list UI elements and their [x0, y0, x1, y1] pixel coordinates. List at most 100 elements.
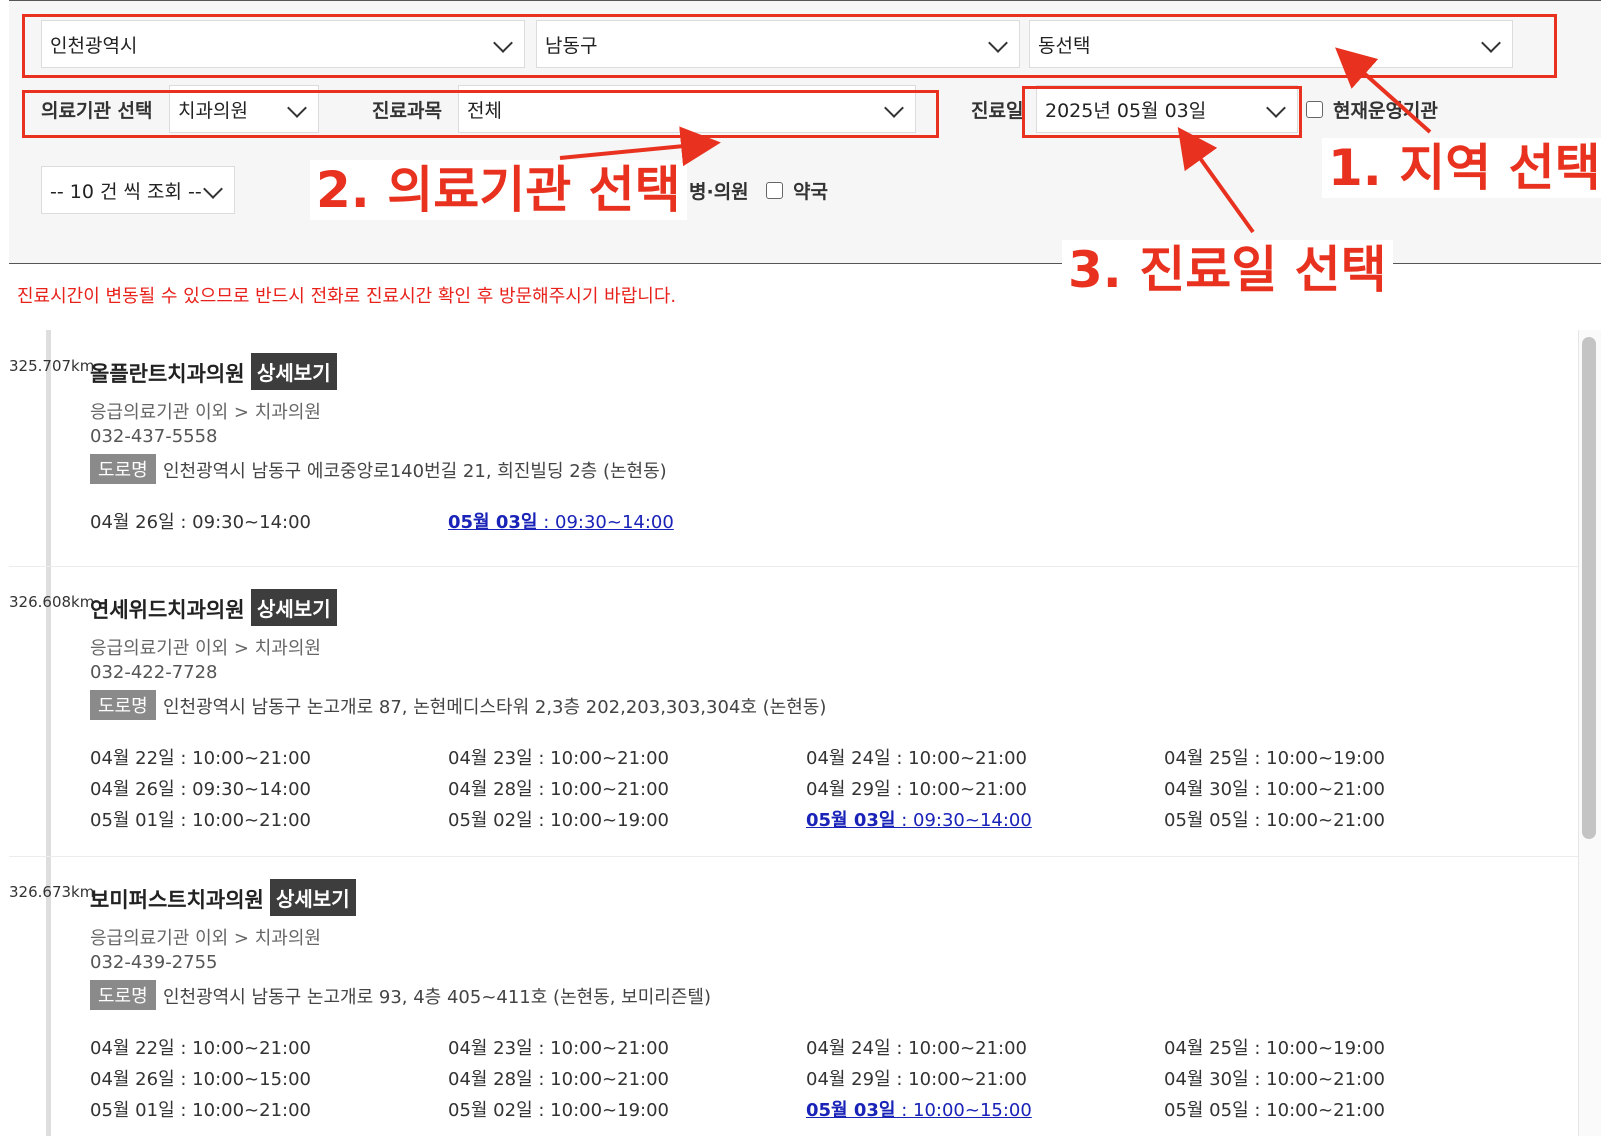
hours-time: : 10:00~21:00: [1248, 810, 1385, 831]
hours-day: 05월 01일: [90, 810, 175, 831]
hours-time: : 10:00~21:00: [174, 748, 311, 769]
today-hours-link[interactable]: 05월 03일 : 09:30~14:00: [448, 508, 806, 534]
hours-time: : 10:00~21:00: [174, 810, 311, 831]
hours-day: 04월 26일: [90, 1069, 175, 1090]
hours-entry: 05월 01일 : 10:00~21:00: [90, 1096, 448, 1122]
page-size-select-value: -- 10 건 씩 조회 --: [50, 180, 202, 203]
date-label: 진료일: [971, 100, 1024, 122]
hours-entry: 04월 23일 : 10:00~21:00: [448, 1034, 806, 1060]
pharmacy-checkbox[interactable]: [766, 182, 783, 199]
hours-day: 04월 22일: [90, 1038, 175, 1059]
hours-time: : 10:00~21:00: [890, 1038, 1027, 1059]
hours-time: : 10:00~21:00: [1248, 1069, 1385, 1090]
hours-time: : 10:00~21:00: [1248, 1100, 1385, 1121]
hours-entry: 04월 26일 : 09:30~14:00: [90, 775, 448, 801]
hours-entry: 04월 29일 : 10:00~21:00: [806, 1065, 1164, 1091]
clinic-address: 인천광역시 남동구 논고개로 87, 논현메디스타워 2,3층 202,203,…: [163, 697, 827, 718]
page-size-select[interactable]: -- 10 건 씩 조회 --: [41, 166, 235, 214]
hours-time: : 10:00~21:00: [1248, 779, 1385, 800]
hours-grid: 04월 22일 : 10:00~21:00 04월 23일 : 10:00~21:…: [90, 744, 1522, 832]
hours-time: : 09:30~14:00: [895, 810, 1032, 831]
detail-button[interactable]: 상세보기: [251, 353, 337, 390]
region-highlight-box: [22, 14, 1557, 78]
hours-entry: 04월 22일 : 10:00~21:00: [90, 744, 448, 770]
hours-day: 05월 01일: [90, 1100, 175, 1121]
clinic-phone: 032-437-5558: [90, 426, 218, 447]
hours-day: 04월 25일: [1164, 1038, 1249, 1059]
hours-time: : 09:30~14:00: [174, 512, 311, 533]
institution-highlight-box: [22, 90, 939, 138]
hours-time: : 09:30~14:00: [174, 779, 311, 800]
hours-grid: 04월 22일 : 10:00~21:00 04월 23일 : 10:00~21:…: [90, 1034, 1522, 1122]
hours-entry: 05월 02일 : 10:00~19:00: [448, 806, 806, 832]
hours-time: : 10:00~15:00: [174, 1069, 311, 1090]
hours-day: 04월 23일: [448, 1038, 533, 1059]
hours-time: : 10:00~19:00: [1248, 748, 1385, 769]
hours-day: 05월 02일: [448, 1100, 533, 1121]
hours-entry: 04월 22일 : 10:00~21:00: [90, 1034, 448, 1060]
list-item: 325.707km 올플란트치과의원 상세보기 응급의료기관 이외 > 치과의원 032…: [9, 330, 1579, 567]
today-hours-link[interactable]: 05월 03일 : 10:00~15:00: [806, 1096, 1164, 1122]
hours-entry: 04월 25일 : 10:00~19:00: [1164, 744, 1522, 770]
clinic-address: 인천광역시 남동구 논고개로 93, 4층 405~411호 (논현동, 보미리…: [163, 987, 712, 1008]
list-item: 326.673km 보미퍼스트치과의원 상세보기 응급의료기관 이외 > 치과의원 03…: [9, 856, 1579, 1136]
hours-entry: 04월 24일 : 10:00~21:00: [806, 744, 1164, 770]
hours-time: : 09:30~14:00: [537, 512, 674, 533]
hours-time: : 10:00~21:00: [532, 1069, 669, 1090]
open-now-checkbox[interactable]: [1306, 101, 1323, 118]
hours-day: 05월 03일: [806, 810, 896, 831]
date-highlight-box: [1022, 86, 1302, 138]
clinic-address: 인천광역시 남동구 에코중앙로140번길 21, 희진빌딩 2층 (논현동): [163, 461, 667, 482]
hours-time: : 10:00~21:00: [890, 779, 1027, 800]
clinic-label: 병·의원: [689, 181, 749, 203]
hours-entry: 04월 26일 : 10:00~15:00: [90, 1065, 448, 1091]
hours-time: : 10:00~21:00: [532, 779, 669, 800]
hours-time: : 10:00~21:00: [890, 748, 1027, 769]
hours-time: : 10:00~21:00: [174, 1038, 311, 1059]
hours-entry: 04월 30일 : 10:00~21:00: [1164, 775, 1522, 801]
hours-time: : 10:00~21:00: [532, 1038, 669, 1059]
hours-day: 04월 29일: [806, 779, 891, 800]
clinic-phone: 032-422-7728: [90, 662, 218, 683]
clinic-name[interactable]: 올플란트치과의원: [90, 358, 245, 388]
hours-day: 05월 05일: [1164, 810, 1249, 831]
hours-day: 04월 30일: [1164, 779, 1249, 800]
list-item: 326.608km 연세위드치과의원 상세보기 응급의료기관 이외 > 치과의원 032…: [9, 566, 1579, 857]
hours-entry: 05월 05일 : 10:00~21:00: [1164, 806, 1522, 832]
pharmacy-label: 약국: [793, 181, 828, 203]
chevron-down-icon: [203, 179, 223, 199]
detail-button[interactable]: 상세보기: [251, 589, 337, 626]
hours-entry: 05월 01일 : 10:00~21:00: [90, 806, 448, 832]
scrollbar-thumb[interactable]: [1582, 337, 1596, 839]
clinic-name[interactable]: 연세위드치과의원: [90, 594, 245, 624]
hours-entry: 04월 25일 : 10:00~19:00: [1164, 1034, 1522, 1060]
hours-entry: 04월 28일 : 10:00~21:00: [448, 775, 806, 801]
hours-entry: 05월 05일 : 10:00~21:00: [1164, 1096, 1522, 1122]
annotation-step2: 2. 의료기관 선택: [310, 160, 687, 220]
road-address-badge: 도로명: [90, 690, 156, 720]
hours-time: : 10:00~15:00: [895, 1100, 1032, 1121]
hours-day: 05월 03일: [806, 1100, 896, 1121]
hours-day: 04월 30일: [1164, 1069, 1249, 1090]
hours-day: 05월 02일: [448, 810, 533, 831]
clinic-category: 응급의료기관 이외 > 치과의원: [90, 402, 321, 423]
distance-label: 326.673km: [9, 883, 95, 901]
hours-time: : 10:00~21:00: [890, 1069, 1027, 1090]
detail-button[interactable]: 상세보기: [270, 879, 356, 916]
today-hours-link[interactable]: 05월 03일 : 09:30~14:00: [806, 806, 1164, 832]
hours-day: 04월 29일: [806, 1069, 891, 1090]
hours-time: : 10:00~19:00: [532, 1100, 669, 1121]
hours-time: : 10:00~19:00: [532, 810, 669, 831]
clinic-category: 응급의료기관 이외 > 치과의원: [90, 928, 321, 949]
hours-entry: 04월 26일 : 09:30~14:00: [90, 508, 448, 534]
hours-time: : 10:00~19:00: [1248, 1038, 1385, 1059]
clinic-category: 응급의료기관 이외 > 치과의원: [90, 638, 321, 659]
clinic-name[interactable]: 보미퍼스트치과의원: [90, 884, 264, 914]
hours-grid: 04월 26일 : 09:30~14:00 05월 03일 : 09:30~14:…: [90, 508, 1522, 534]
hours-day: 04월 22일: [90, 748, 175, 769]
result-list: 325.707km 올플란트치과의원 상세보기 응급의료기관 이외 > 치과의원 032…: [9, 330, 1599, 1136]
notice-text: 진료시간이 변동될 수 있으므로 반드시 전화로 진료시간 확인 후 방문해주시…: [17, 286, 677, 307]
hours-entry: 04월 29일 : 10:00~21:00: [806, 775, 1164, 801]
hours-day: 05월 05일: [1164, 1100, 1249, 1121]
hours-entry: 05월 02일 : 10:00~19:00: [448, 1096, 806, 1122]
